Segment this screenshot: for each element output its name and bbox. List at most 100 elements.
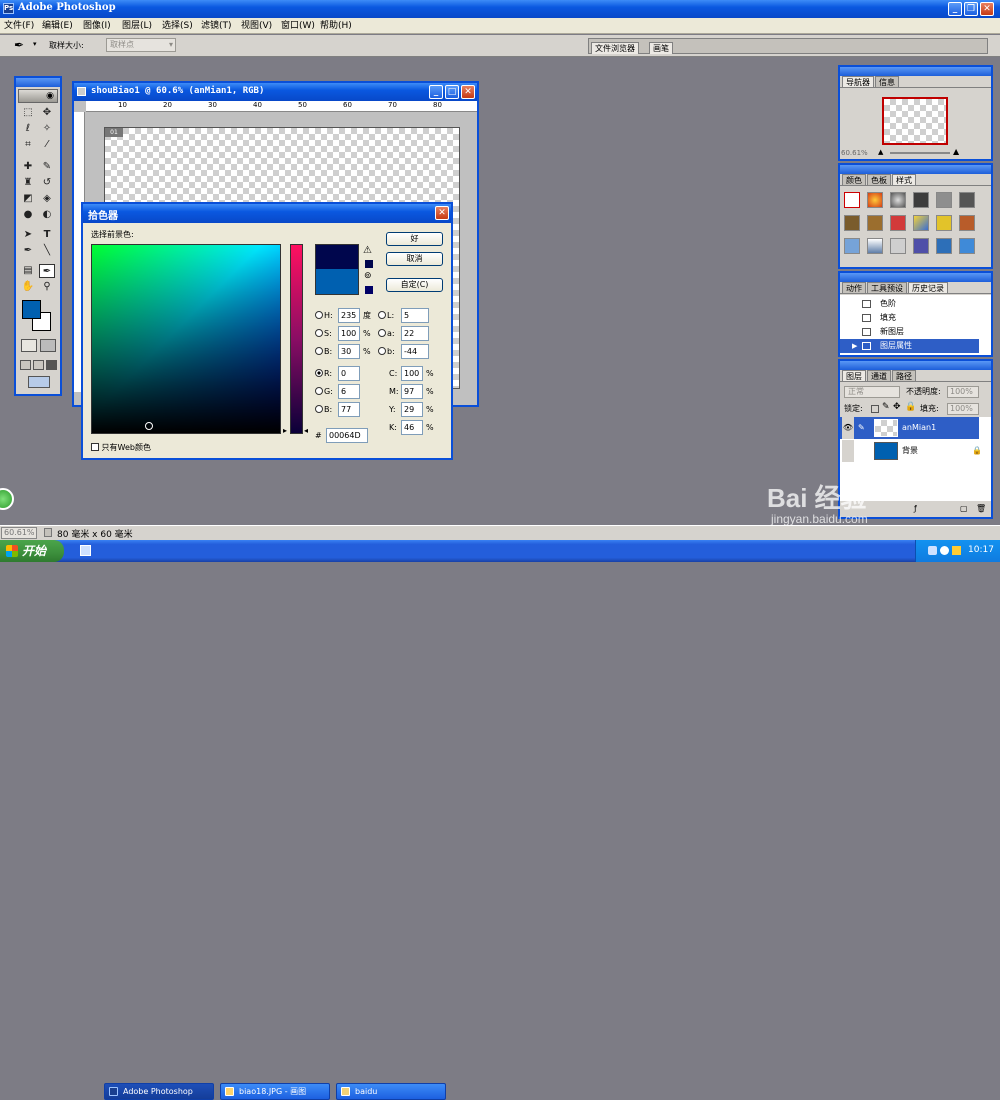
lock-all-icon[interactable]: 🔒 (905, 402, 916, 412)
tab-navigator[interactable]: 导航器 (842, 76, 874, 87)
hue-slider[interactable] (290, 244, 303, 434)
menu-file[interactable]: 文件(F) (4, 18, 34, 34)
taskbar-item-paint[interactable]: biao18.JPG - 画图 (220, 1083, 330, 1100)
style-swatch[interactable] (913, 192, 929, 208)
style-swatch[interactable] (959, 238, 975, 254)
opacity-input[interactable]: 100% (947, 386, 979, 398)
blue-input[interactable]: 77 (338, 402, 360, 417)
lightness-radio[interactable]: L: (378, 310, 394, 322)
layer-brush-icon[interactable]: ✎ (858, 417, 865, 439)
brightness-input[interactable]: 30 (338, 344, 360, 359)
taskbar-item-folder[interactable]: baidu (336, 1083, 446, 1100)
tab-swatches[interactable]: 色板 (867, 174, 891, 185)
foreground-color-swatch[interactable] (22, 300, 41, 319)
style-swatch[interactable] (867, 215, 883, 231)
menu-window[interactable]: 窗口(W) (281, 18, 315, 34)
web-safe-warning-icon[interactable]: ⊚ (364, 271, 372, 281)
tab-color[interactable]: 颜色 (842, 174, 866, 185)
screen-mode-menubar-icon[interactable] (33, 360, 44, 370)
paint-bucket-tool-icon[interactable]: ◈ (39, 192, 55, 206)
restore-button[interactable]: ❐ (964, 2, 978, 16)
color-picker-cursor-icon[interactable] (145, 422, 153, 430)
tray-volume-icon[interactable] (940, 546, 949, 555)
checkbox-icon[interactable] (91, 443, 99, 451)
web-safe-color-chip[interactable] (365, 286, 373, 294)
tab-history[interactable]: 历史记录 (908, 282, 948, 293)
style-swatch[interactable] (913, 215, 929, 231)
layer-row[interactable]: 背景 🔒 (840, 440, 982, 462)
hue-slider-right-arrow-icon[interactable]: ◂ (304, 426, 308, 435)
tab-layers[interactable]: 图层 (842, 370, 866, 381)
status-doc-info-arrow-icon[interactable] (44, 528, 52, 537)
screen-mode-full-icon[interactable] (46, 360, 57, 370)
brush-tool-icon[interactable]: ✎ (39, 160, 55, 174)
crop-tool-icon[interactable]: ⌗ (20, 138, 36, 152)
style-swatch[interactable] (867, 238, 883, 254)
blur-tool-icon[interactable]: ● (20, 208, 36, 222)
cancel-button[interactable]: 取消 (386, 252, 443, 266)
style-swatch[interactable] (936, 192, 952, 208)
close-button[interactable]: ✕ (980, 2, 994, 16)
document-titlebar[interactable]: shouBiao1 @ 60.6% (anMian1, RGB) _ □ ✕ (74, 83, 477, 101)
style-swatch[interactable] (959, 192, 975, 208)
blue-radio[interactable]: B: (315, 404, 332, 416)
hue-radio[interactable]: H: (315, 310, 333, 322)
hue-slider-left-arrow-icon[interactable]: ▸ (283, 426, 287, 435)
standard-mode-icon[interactable] (21, 339, 37, 352)
zoom-tool-icon[interactable]: ⚲ (39, 280, 55, 294)
style-swatch[interactable] (959, 215, 975, 231)
menu-help[interactable]: 帮助(H) (320, 18, 352, 34)
color-picker-close-button[interactable]: ✕ (435, 206, 449, 220)
style-swatch[interactable] (844, 215, 860, 231)
gamut-color-chip[interactable] (365, 260, 373, 268)
shape-tool-icon[interactable]: ╲ (39, 244, 55, 258)
menu-image[interactable]: 图像(I) (83, 18, 111, 34)
web-only-checkbox[interactable]: 只有Web颜色 (91, 442, 151, 454)
lock-brush-icon[interactable]: ✎ (882, 402, 890, 412)
hex-input[interactable]: 00064D (326, 428, 368, 443)
history-brush-tool-icon[interactable]: ↺ (39, 176, 55, 190)
color-picker-titlebar[interactable]: 拾色器 ✕ (83, 204, 451, 223)
tab-actions[interactable]: 动作 (842, 282, 866, 293)
taskbar-clock[interactable]: 10:17 (968, 545, 994, 555)
document-close-button[interactable]: ✕ (461, 85, 475, 99)
magenta-input[interactable]: 97 (401, 384, 423, 399)
layers-panel-titlebar[interactable] (840, 361, 991, 370)
style-swatch[interactable] (913, 238, 929, 254)
history-item[interactable]: 新图层 (840, 325, 979, 339)
menu-view[interactable]: 视图(V) (241, 18, 272, 34)
tray-input-icon[interactable] (952, 546, 961, 555)
style-swatch[interactable] (844, 238, 860, 254)
navigator-panel-titlebar[interactable] (840, 67, 991, 76)
b-channel-input[interactable]: -44 (401, 344, 429, 359)
zoom-slider[interactable] (890, 152, 950, 154)
slice-tool-icon[interactable]: ⁄ (39, 138, 55, 152)
navigator-zoom-value[interactable]: 60.61% (841, 149, 868, 157)
lock-move-icon[interactable]: ✥ (893, 402, 901, 412)
menu-filter[interactable]: 滤镜(T) (201, 18, 232, 34)
hand-tool-icon[interactable]: ✋ (20, 280, 36, 294)
minimize-button[interactable]: _ (948, 2, 962, 16)
clone-stamp-tool-icon[interactable]: ♜ (20, 176, 36, 190)
lasso-tool-icon[interactable]: ℓ (20, 122, 36, 136)
layer-thumbnail[interactable] (874, 419, 898, 437)
quicklaunch-desktop-icon[interactable] (80, 545, 91, 556)
quickmask-mode-icon[interactable] (40, 339, 56, 352)
style-swatch[interactable] (890, 238, 906, 254)
layer-thumbnail[interactable] (874, 442, 898, 460)
magic-wand-tool-icon[interactable]: ✧ (39, 122, 55, 136)
saturation-input[interactable]: 100 (338, 326, 360, 341)
green-input[interactable]: 6 (338, 384, 360, 399)
out-of-gamut-warning-icon[interactable]: ⚠ (363, 245, 372, 256)
preset-dropdown-icon[interactable]: ▾ (33, 40, 37, 48)
tray-network-icon[interactable] (928, 546, 937, 555)
red-radio[interactable]: R: (315, 368, 332, 380)
eyedropper-tool-preset-icon[interactable]: ✒ (14, 38, 24, 52)
brightness-radio[interactable]: B: (315, 346, 332, 358)
style-swatch[interactable] (844, 192, 860, 208)
saturation-brightness-field[interactable] (91, 244, 281, 434)
fill-input[interactable]: 100% (947, 403, 979, 415)
tab-channels[interactable]: 通道 (867, 370, 891, 381)
style-swatch[interactable] (936, 215, 952, 231)
menu-select[interactable]: 选择(S) (162, 18, 193, 34)
